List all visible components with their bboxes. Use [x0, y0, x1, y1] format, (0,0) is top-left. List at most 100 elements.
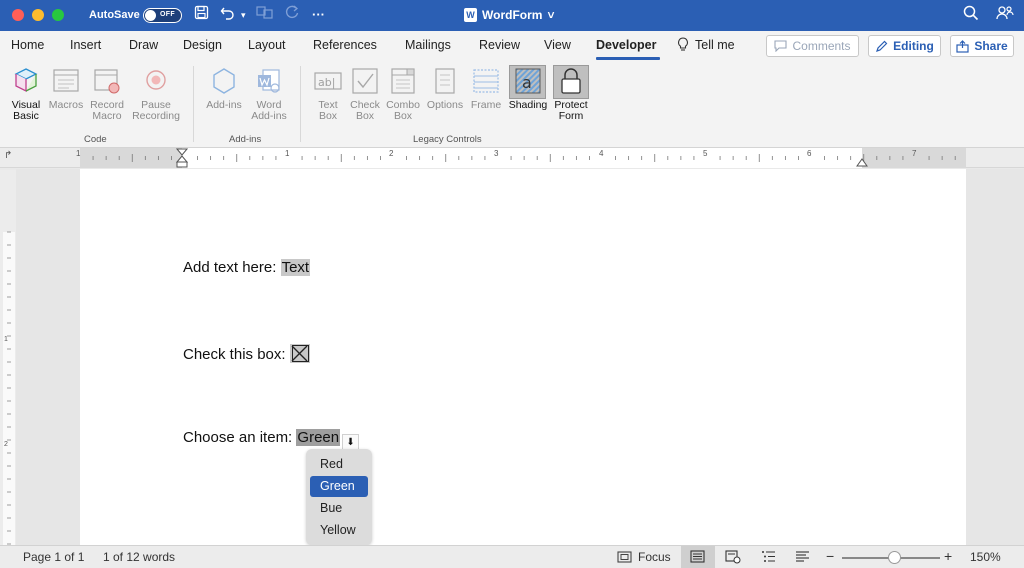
- account-icon[interactable]: [996, 5, 1014, 27]
- more-icon[interactable]: ···: [312, 5, 325, 25]
- autosave-label: AutoSave: [89, 9, 140, 21]
- word-add-ins-icon: [258, 69, 280, 93]
- focus-label: Focus: [638, 550, 671, 564]
- focus-button[interactable]: Focus: [617, 550, 671, 564]
- text-form-field[interactable]: Text: [280, 259, 311, 276]
- tab-home[interactable]: Home: [11, 38, 44, 52]
- pause-recording-label-2: Recording: [132, 110, 180, 122]
- document-title[interactable]: W WordForm ˅: [464, 8, 554, 22]
- comments-button[interactable]: Comments: [766, 35, 859, 57]
- dropdown-form-field[interactable]: Green: [296, 429, 341, 446]
- zoom-slider-thumb[interactable]: [888, 551, 901, 564]
- checkbox-field-prompt: Check this box:: [183, 346, 290, 363]
- text-box-label-2: Box: [318, 110, 338, 122]
- title-bar: AutoSave OFF ▾ ··· W WordForm ˅: [0, 0, 1024, 31]
- ruler-ticks: [92, 154, 956, 162]
- tab-insert[interactable]: Insert: [70, 38, 101, 52]
- save-icon[interactable]: [194, 5, 209, 26]
- page-count[interactable]: Page 1 of 1: [23, 550, 84, 564]
- ruler-number: 2: [389, 149, 394, 158]
- add-ins-label: Add-ins: [206, 99, 242, 111]
- add-ins-button[interactable]: Add-ins: [203, 66, 245, 111]
- shading-button[interactable]: a Shading: [506, 66, 550, 111]
- check-box-button[interactable]: Check Box: [347, 66, 383, 122]
- autosave-toggle[interactable]: OFF: [143, 8, 182, 23]
- ruler-number: 6: [807, 149, 812, 158]
- share-icon: [956, 39, 969, 53]
- focus-icon: [617, 551, 632, 563]
- vertical-ruler-ticks: [7, 231, 11, 545]
- protect-form-label-2: Form: [558, 110, 584, 122]
- right-indent-marker-icon[interactable]: [856, 157, 868, 167]
- zoom-level[interactable]: 150%: [970, 550, 1001, 564]
- tab-review[interactable]: Review: [479, 38, 520, 52]
- frame-icon: [473, 69, 499, 93]
- word-add-ins-button[interactable]: Word Add-ins: [248, 66, 290, 122]
- ruler-number: 4: [599, 149, 604, 158]
- word-add-ins-label-2: Add-ins: [251, 110, 287, 122]
- search-icon[interactable]: [963, 5, 979, 27]
- web-layout-view-icon[interactable]: [725, 550, 741, 567]
- record-macro-button[interactable]: Record Macro: [88, 66, 126, 122]
- shading-label: Shading: [508, 99, 548, 111]
- record-macro-icon: [94, 69, 120, 94]
- combo-box-icon: [391, 68, 415, 94]
- visual-basic-icon: [14, 68, 38, 93]
- tab-mailings[interactable]: Mailings: [405, 38, 451, 52]
- undo-dropdown-icon[interactable]: ▾: [241, 5, 246, 25]
- combo-box-button[interactable]: Combo Box: [385, 66, 421, 122]
- tab-developer[interactable]: Developer: [596, 38, 656, 52]
- lightbulb-icon: [678, 37, 688, 51]
- undo-icon[interactable]: [220, 5, 236, 26]
- protect-form-button[interactable]: Protect Form: [551, 66, 591, 122]
- visual-basic-button[interactable]: Visual Basic: [8, 66, 44, 122]
- tab-layout[interactable]: Layout: [248, 38, 286, 52]
- editing-button[interactable]: Editing: [868, 35, 941, 57]
- outline-view-icon[interactable]: [761, 550, 776, 566]
- dropdown-option-bue[interactable]: Bue: [310, 498, 368, 519]
- draft-view-icon[interactable]: [795, 550, 810, 566]
- macros-button[interactable]: Macros: [48, 66, 84, 111]
- pause-recording-icon: [146, 70, 166, 90]
- text-box-button[interactable]: ab| Text Box: [310, 66, 346, 122]
- autosave-state: OFF: [160, 11, 175, 18]
- frame-button[interactable]: Frame: [468, 66, 504, 111]
- tab-view[interactable]: View: [544, 38, 571, 52]
- comment-icon: [774, 40, 788, 52]
- checkbox-field-line: Check this box:: [183, 344, 310, 363]
- zoom-in-button[interactable]: +: [944, 548, 952, 564]
- add-ins-icon: [213, 68, 235, 94]
- share-button[interactable]: Share: [950, 35, 1014, 57]
- dropdown-option-red[interactable]: Red: [310, 454, 368, 475]
- tab-references[interactable]: References: [313, 38, 377, 52]
- ruler-number: 3: [494, 149, 499, 158]
- close-window-button[interactable]: [12, 9, 24, 21]
- tab-selector-icon[interactable]: ↱: [4, 150, 12, 161]
- status-bar: Page 1 of 1 1 of 12 words Focus − + 150%: [0, 545, 1024, 568]
- indent-marker-icon[interactable]: [176, 148, 188, 168]
- vertical-ruler-number: 1: [4, 336, 8, 343]
- horizontal-ruler[interactable]: 1 1 2 3 4 5 6 7: [76, 148, 966, 168]
- ruler-number: 7: [912, 149, 917, 158]
- vertical-ruler[interactable]: 1 2: [0, 170, 16, 545]
- toggle-knob: [145, 10, 156, 21]
- visual-basic-label-2: Basic: [13, 110, 39, 122]
- zoom-out-button[interactable]: −: [826, 548, 834, 564]
- dropdown-option-yellow[interactable]: Yellow: [310, 520, 368, 541]
- word-count[interactable]: 1 of 12 words: [103, 550, 175, 564]
- checkbox-form-field[interactable]: [289, 344, 310, 363]
- macros-label: Macros: [48, 99, 84, 111]
- minimize-window-button[interactable]: [32, 9, 44, 21]
- dropdown-option-green[interactable]: Green: [310, 476, 368, 497]
- print-layout-view-icon[interactable]: [690, 550, 705, 566]
- options-button[interactable]: Options: [425, 66, 465, 111]
- combo-box-label-2: Box: [393, 110, 413, 122]
- code-group-label: Code: [84, 134, 107, 145]
- maximize-window-button[interactable]: [52, 9, 64, 21]
- tab-draw[interactable]: Draw: [129, 38, 158, 52]
- pencil-icon: [876, 40, 888, 52]
- tab-design[interactable]: Design: [183, 38, 222, 52]
- redo-icon: [284, 5, 300, 26]
- tell-me-search[interactable]: Tell me: [677, 37, 735, 52]
- ruler-number: 1: [76, 149, 81, 158]
